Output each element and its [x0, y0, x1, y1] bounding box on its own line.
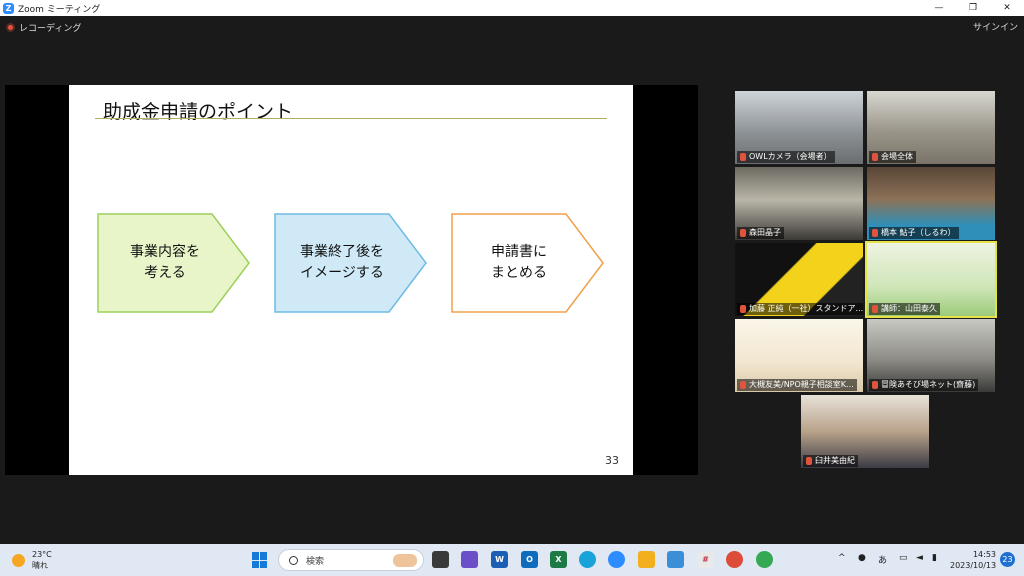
search-highlight-icon [393, 554, 417, 567]
clock-time: 14:53 [972, 550, 996, 559]
step-2-line2: イメージする [300, 265, 384, 281]
weather-widget[interactable]: 23°C 晴れ [12, 549, 52, 571]
participant-tile-3[interactable]: 森田晶子 [735, 167, 863, 240]
weather-temp: 23°C [32, 550, 52, 559]
participant-tile-5[interactable]: 加藤 正純（一社）スタンドア... [735, 243, 863, 316]
window-controls: — ❐ ✕ [922, 0, 1024, 16]
mic-muted-icon [806, 457, 812, 465]
slack-icon[interactable]: # [697, 551, 714, 568]
word-icon[interactable]: W [491, 551, 508, 568]
notification-badge[interactable]: 23 [1000, 552, 1015, 567]
clock-date: 2023/10/13 [950, 561, 997, 570]
zoom-logo-icon: Z [3, 2, 14, 14]
slide-page-number: 33 [605, 454, 619, 467]
taskbar-search[interactable]: 検索 [278, 549, 424, 571]
participant-name: 会場全体 [881, 152, 913, 161]
edge-icon[interactable] [579, 551, 596, 568]
step-3-line1: 申請書に [491, 244, 547, 260]
participant-name: 橋本 鮎子（しるわ） [881, 228, 956, 237]
search-icon [289, 555, 298, 565]
minimize-button[interactable]: — [922, 0, 956, 16]
participant-name: 大槻友美/NPO親子相談室K... [749, 380, 854, 389]
title-underline [95, 118, 607, 119]
mic-muted-icon [740, 305, 746, 313]
participant-tile-7[interactable]: 大槻友美/NPO親子相談室K... [735, 319, 863, 392]
recording-indicator[interactable]: レコーディング [6, 21, 81, 34]
sun-icon [12, 553, 25, 567]
task-view-icon[interactable] [432, 551, 449, 568]
mic-muted-icon [740, 229, 746, 237]
chevron-up-icon[interactable]: ^ [838, 553, 846, 563]
mic-muted-icon [872, 381, 878, 389]
step-arrow-2: 事業終了後を イメージする [274, 213, 428, 313]
mic-muted-icon [872, 153, 878, 161]
windows-taskbar: 23°C 晴れ 検索 W O X # ^ ● あ ▭ ◄ ▮ 14:53 2023… [0, 544, 1024, 576]
step-1-line1: 事業内容を [130, 244, 200, 260]
participant-name: 加藤 正純（一社）スタンドア... [749, 304, 863, 313]
mic-muted-icon [872, 305, 878, 313]
mic-muted-icon [872, 229, 878, 237]
slide: 助成金申請のポイント 事業内容を考える 事業終了後を イメージする 申請書にまとめ… [69, 85, 633, 475]
participant-name: 講師：山田泰久 [881, 304, 937, 313]
participant-tile-4[interactable]: 橋本 鮎子（しるわ） [867, 167, 995, 240]
participant-tile-2[interactable]: 会場全体 [867, 91, 995, 164]
recording-label: レコーディング [19, 24, 82, 34]
step-arrow-1: 事業内容を 考える [97, 213, 251, 313]
record-dot-icon [6, 23, 15, 32]
battery-icon[interactable]: ▮ [932, 553, 937, 563]
notepad-icon[interactable] [667, 551, 684, 568]
step-arrow-3: 申請書に まとめる [451, 213, 605, 313]
meeting-top-bar: レコーディング サインイン [0, 16, 1024, 40]
outlook-icon[interactable]: O [521, 551, 538, 568]
signin-button[interactable]: サインイン [973, 20, 1018, 33]
system-clock[interactable]: 14:53 2023/10/13 [950, 549, 996, 571]
file-explorer-icon[interactable] [638, 551, 655, 568]
chrome-icon[interactable] [726, 551, 743, 568]
maximize-button[interactable]: ❐ [956, 0, 990, 16]
teams-chat-icon[interactable] [461, 551, 478, 568]
participant-tile-1[interactable]: OWLカメラ（会場者） [735, 91, 863, 164]
search-placeholder: 検索 [306, 556, 325, 567]
close-button[interactable]: ✕ [990, 0, 1024, 16]
participant-tile-9[interactable]: 臼井美由紀 [801, 395, 929, 468]
volume-icon[interactable]: ◄ [916, 553, 923, 563]
participant-name: 臼井美由紀 [815, 456, 855, 465]
participant-tile-6-speaking[interactable]: 講師：山田泰久 [865, 241, 997, 318]
step-1-line2: 考える [144, 265, 186, 281]
chrome-profile-icon[interactable] [756, 551, 773, 568]
microphone-icon[interactable]: ● [858, 553, 866, 563]
mic-muted-icon [740, 381, 746, 389]
start-button[interactable] [252, 552, 268, 568]
participant-name: OWLカメラ（会場者） [749, 152, 832, 161]
step-3-line2: まとめる [491, 265, 547, 281]
participant-tile-8[interactable]: 冒険あそび場ネット(齋藤) [867, 319, 995, 392]
window-title: Zoom ミーティング [18, 4, 101, 15]
window-titlebar: Z Zoom ミーティング — ❐ ✕ [0, 0, 1024, 16]
excel-icon[interactable]: X [550, 551, 567, 568]
participant-name: 森田晶子 [749, 228, 781, 237]
ime-indicator[interactable]: あ [878, 553, 887, 566]
step-2-line1: 事業終了後を [300, 244, 384, 260]
slide-title: 助成金申請のポイント [103, 101, 294, 123]
zoom-app-icon[interactable] [608, 551, 625, 568]
display-icon[interactable]: ▭ [899, 553, 908, 563]
participant-name: 冒険あそび場ネット(齋藤) [881, 380, 976, 389]
weather-desc: 晴れ [32, 561, 48, 570]
mic-muted-icon [740, 153, 746, 161]
